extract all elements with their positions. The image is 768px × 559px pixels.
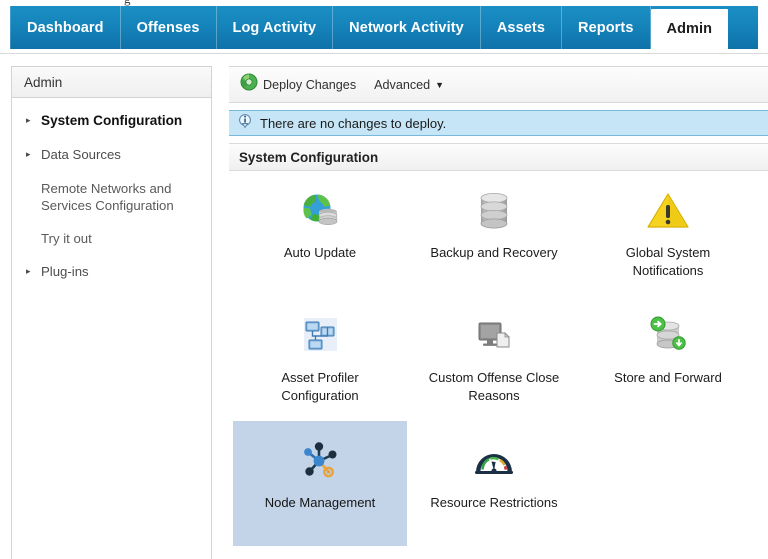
tile-label: Asset Profiler Configuration [281, 370, 359, 403]
nav-tab-label: Log Activity [232, 19, 317, 36]
tile-label: Auto Update [283, 245, 357, 260]
nav-tab-label: Dashboard [27, 19, 104, 36]
deploy-changes-label: Deploy Changes [263, 77, 357, 92]
sidebar-item-label: System Configuration [41, 113, 183, 128]
nav-tab-reports[interactable]: Reports [562, 6, 651, 49]
admin-page: g Dashboard Offenses Log Activity Networ… [0, 0, 768, 559]
tile-label: Global System Notifications [625, 245, 711, 278]
admin-sidebar: Admin ▸ System Configuration ▸ Data Sour… [11, 66, 212, 559]
monitor-document-icon [470, 312, 518, 360]
advanced-menu-button[interactable]: Advanced ▼ [374, 78, 444, 92]
tile-label: Custom Offense Close Reasons [428, 370, 560, 403]
deploy-changes-button[interactable]: Deploy Changes [238, 71, 362, 98]
nav-tab-assets[interactable]: Assets [481, 6, 562, 49]
nav-bottom-divider [0, 53, 768, 54]
info-icon [237, 113, 253, 134]
nav-tab-admin[interactable]: Admin [650, 9, 729, 49]
tile-auto-update[interactable]: Auto Update [233, 171, 407, 296]
sidebar-item-data-sources[interactable]: ▸ Data Sources [12, 146, 211, 163]
store-forward-icon [644, 312, 692, 360]
tile-resource-restrictions[interactable]: Resource Restrictions [407, 421, 581, 546]
warning-triangle-icon [644, 187, 692, 235]
sidebar-menu: ▸ System Configuration ▸ Data Sources Re… [12, 98, 211, 280]
deploy-status-message: There are no changes to deploy. [260, 115, 447, 131]
tile-label: Node Management [264, 495, 376, 510]
admin-content-panel: Deploy Changes Advanced ▼ There are no c… [229, 66, 768, 559]
gauge-icon [470, 437, 518, 485]
tile-backup-and-recovery[interactable]: Backup and Recovery [407, 171, 581, 296]
advanced-label: Advanced [374, 77, 431, 92]
node-graph-icon [296, 437, 344, 485]
sidebar-item-remote-networks-and-services-configuration[interactable]: Remote Networks and Services Configurati… [12, 180, 211, 214]
sidebar-item-system-configuration[interactable]: ▸ System Configuration [12, 112, 211, 129]
deploy-status-banner: There are no changes to deploy. [229, 110, 768, 136]
nav-tab-offenses[interactable]: Offenses [121, 6, 217, 49]
deploy-changes-icon [240, 73, 258, 96]
chevron-down-icon: ▼ [435, 79, 445, 90]
nav-tab-label: Offenses [136, 19, 200, 36]
nav-empty-space [728, 6, 758, 49]
sidebar-item-try-it-out[interactable]: Try it out [12, 230, 211, 247]
sidebar-item-plug-ins[interactable]: ▸ Plug-ins [12, 263, 211, 280]
sidebar-title-label: Admin [24, 74, 63, 90]
tile-global-system-notifications[interactable]: Global System Notifications [581, 171, 755, 296]
network-nodes-icon [296, 312, 344, 360]
nav-tab-label: Network Activity [349, 19, 464, 36]
sidebar-item-label: Plug-ins [41, 264, 89, 279]
admin-toolbar: Deploy Changes Advanced ▼ [229, 66, 768, 103]
system-configuration-tile-grid: Auto Update Backup and Recovery Global S… [229, 171, 768, 546]
tile-label: Store and Forward [614, 370, 722, 385]
sidebar-item-label: Try it out [41, 231, 92, 246]
nav-tab-network-activity[interactable]: Network Activity [333, 6, 481, 49]
tile-label: Backup and Recovery [430, 245, 558, 260]
section-header-label: System Configuration [239, 149, 379, 165]
globe-database-icon [296, 187, 344, 235]
sidebar-item-label: Remote Networks and Services Configurati… [41, 181, 174, 213]
tile-custom-offense-close-reasons[interactable]: Custom Offense Close Reasons [407, 296, 581, 421]
tile-asset-profiler-configuration[interactable]: Asset Profiler Configuration [233, 296, 407, 421]
chevron-right-icon: ▸ [26, 115, 31, 125]
nav-tab-label: Assets [496, 19, 545, 36]
tile-node-management[interactable]: Node Management [233, 421, 407, 546]
sidebar-item-label: Data Sources [41, 147, 121, 162]
nav-tab-log-activity[interactable]: Log Activity [217, 6, 334, 49]
nav-tab-label: Admin [666, 21, 713, 37]
tile-label: Resource Restrictions [430, 495, 558, 510]
main-navigation: Dashboard Offenses Log Activity Network … [10, 6, 758, 49]
nav-tab-label: Reports [578, 19, 634, 36]
nav-tab-dashboard[interactable]: Dashboard [10, 6, 121, 49]
database-stack-icon [470, 187, 518, 235]
tile-store-and-forward[interactable]: Store and Forward [581, 296, 755, 421]
section-header: System Configuration [229, 143, 768, 171]
sidebar-title: Admin [12, 67, 211, 98]
chevron-right-icon: ▸ [26, 149, 31, 159]
chevron-right-icon: ▸ [26, 266, 31, 276]
